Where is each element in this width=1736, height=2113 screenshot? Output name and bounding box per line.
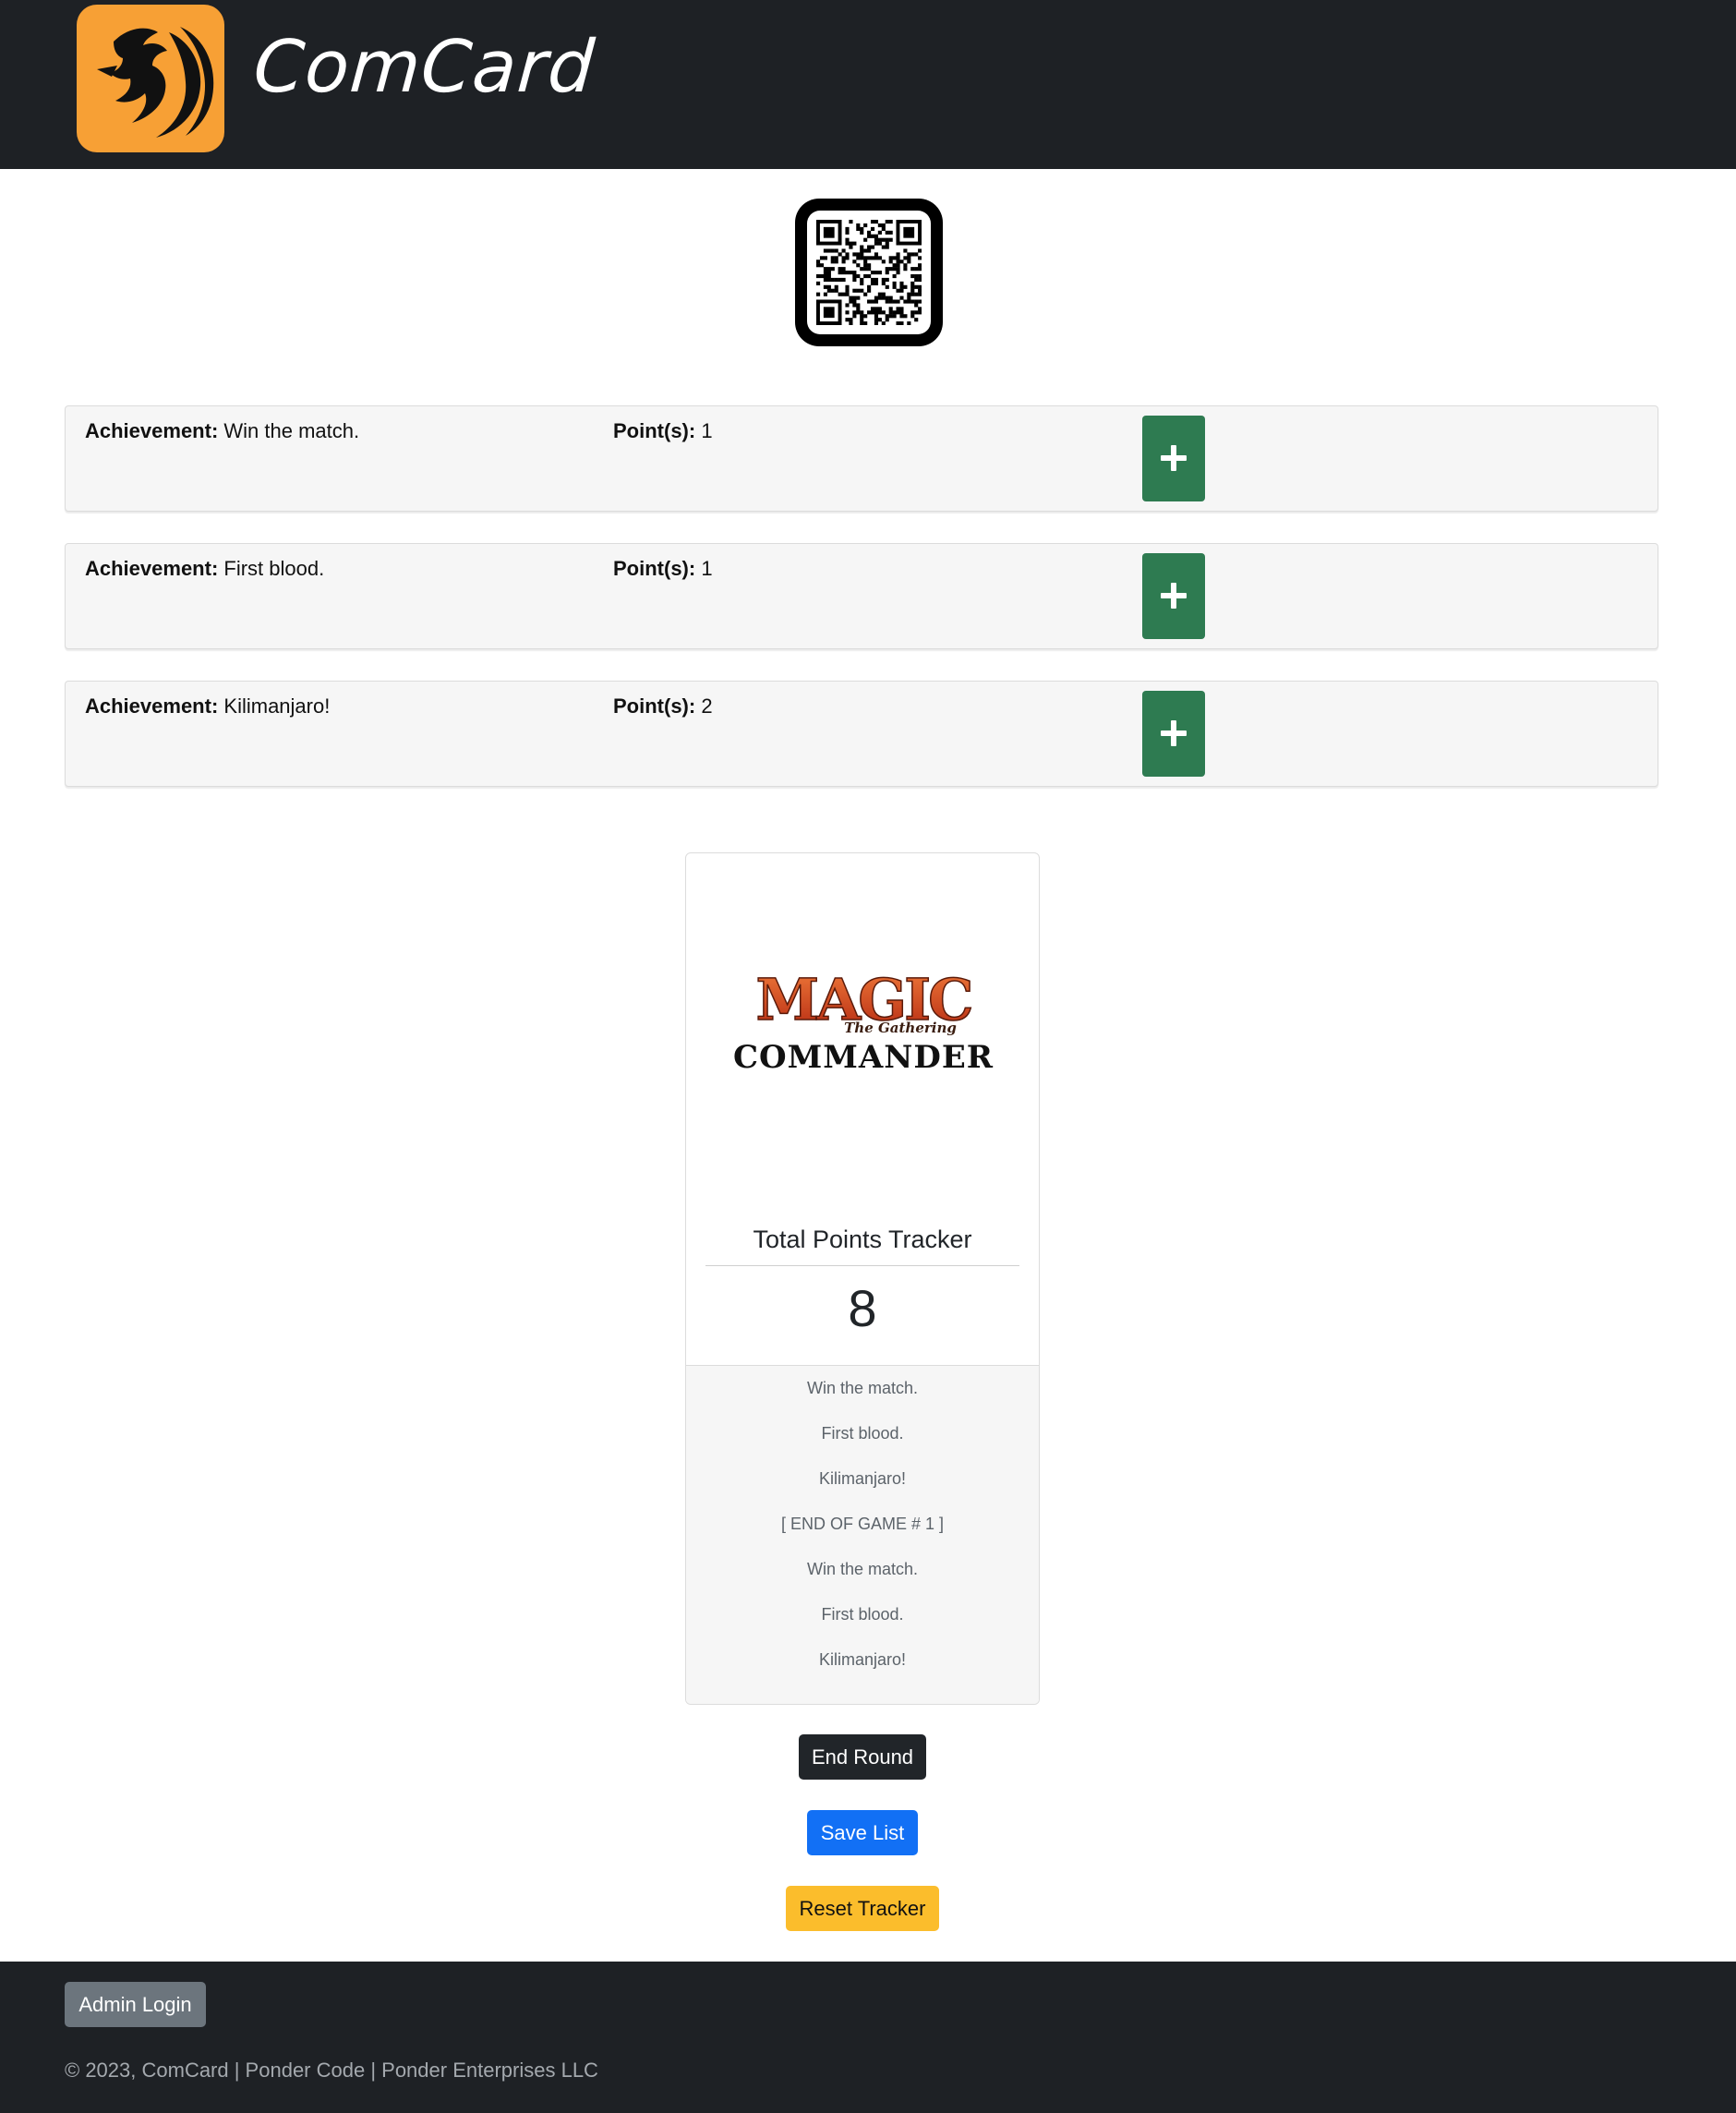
page-footer: Admin Login © 2023, ComCard | Ponder Cod… <box>0 1962 1736 2113</box>
dragon-icon <box>97 27 214 138</box>
copyright-text: © 2023, ComCard | Ponder Code | Ponder E… <box>65 2059 598 2082</box>
achievement-label: Achievement: <box>85 557 219 580</box>
points-value: 1 <box>701 557 713 580</box>
logo-commander-text: COMMANDER <box>733 1039 994 1076</box>
achievement-name: First blood. <box>223 557 325 580</box>
qr-code <box>795 199 943 346</box>
log-item: Kilimanjaro! <box>818 1650 907 1669</box>
log-item: Kilimanjaro! <box>818 1469 907 1488</box>
add-achievement-button[interactable] <box>1142 553 1205 639</box>
achievement-row: Achievement: Kilimanjaro! Point(s): 2 <box>65 681 1658 787</box>
achievement-label: Achievement: <box>85 694 219 718</box>
log-item: First blood. <box>821 1605 904 1624</box>
achievement-row: Achievement: First blood. Point(s): 1 <box>65 543 1658 649</box>
points-label: Point(s): <box>613 557 696 580</box>
tracker-title: Total Points Tracker <box>753 1226 972 1253</box>
add-achievement-button[interactable] <box>1142 416 1205 501</box>
points-label: Point(s): <box>613 419 696 442</box>
achievement-label: Achievement: <box>85 419 219 442</box>
end-round-button[interactable]: End Round <box>799 1734 926 1780</box>
achievement-name: Win the match. <box>223 419 360 442</box>
mtg-commander-logo: MAGIC The Gathering COMMANDER <box>733 965 994 1076</box>
log-item-end-of-game: [ END OF GAME # 1 ] <box>780 1515 945 1533</box>
points-value: 2 <box>701 694 713 718</box>
log-item: First blood. <box>821 1424 904 1443</box>
logo-gathering-text: The Gathering <box>844 1020 957 1036</box>
achievement-name: Kilimanjaro! <box>223 694 331 718</box>
points-value: 1 <box>701 419 713 442</box>
log-item: Win the match. <box>806 1379 919 1397</box>
brand-title[interactable]: ComCard <box>251 26 597 109</box>
achievement-row: Achievement: Win the match. Point(s): 1 <box>65 405 1658 512</box>
save-list-button[interactable]: Save List <box>807 1810 918 1855</box>
top-navbar: ComCard <box>0 0 1736 169</box>
divider <box>705 1265 1019 1266</box>
points-tracker-card: MAGIC The Gathering COMMANDER Total Poin… <box>685 852 1040 1705</box>
total-points: 8 <box>848 1279 877 1337</box>
dragon-logo[interactable] <box>77 5 224 152</box>
achievement-log: Win the match. First blood. Kilimanjaro!… <box>686 1365 1039 1704</box>
add-achievement-button[interactable] <box>1142 691 1205 777</box>
reset-tracker-button[interactable]: Reset Tracker <box>786 1886 939 1931</box>
qr-code-icon <box>816 220 922 325</box>
points-label: Point(s): <box>613 694 696 718</box>
admin-login-button[interactable]: Admin Login <box>65 1982 206 2027</box>
log-item: Win the match. <box>806 1560 919 1578</box>
